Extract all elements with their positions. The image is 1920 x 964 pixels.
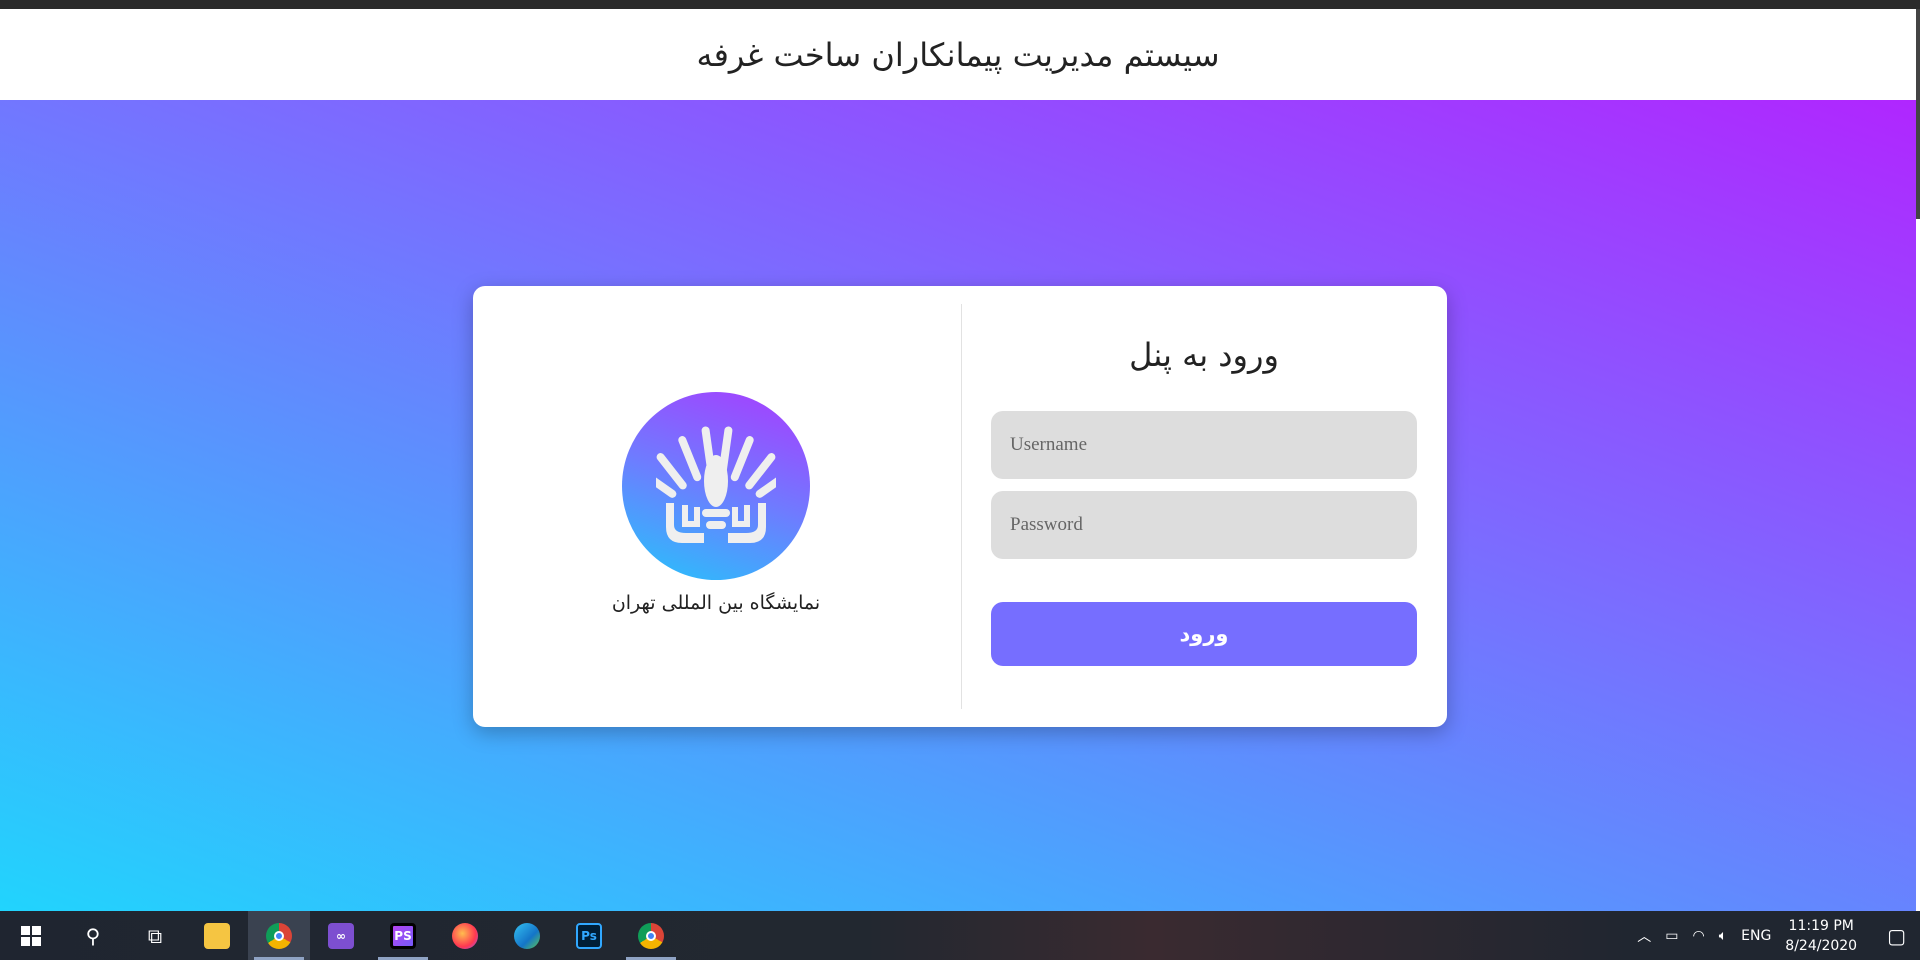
phpstorm-icon: PS xyxy=(390,922,416,949)
taskbar-chrome-2[interactable] xyxy=(620,911,682,960)
folder-icon xyxy=(204,922,230,949)
edge-icon xyxy=(514,922,540,949)
login-title: ورود به پنل xyxy=(1129,336,1279,374)
task-view-icon: ⧉ xyxy=(147,923,163,948)
notification-icon[interactable]: ▢ xyxy=(1887,924,1906,948)
taskbar-edge[interactable] xyxy=(496,911,558,960)
system-tray: ︿ ▭ ◠ 🔈︎ ENG 11:19 PM 8/24/2020 ▢ xyxy=(1637,916,1920,956)
clock[interactable]: 11:19 PM 8/24/2020 xyxy=(1785,916,1857,956)
clock-time: 11:19 PM xyxy=(1788,917,1854,934)
page-header: سیستم مدیریت پیمانکاران ساخت غرفه xyxy=(0,9,1916,100)
taskbar: ⚲ ⧉ ∞ PS Ps ︿ ▭ ◠ 🔈︎ ENG 11:19 PM 8/24/2… xyxy=(0,911,1920,960)
card-divider xyxy=(961,304,962,709)
organization-name: نمایشگاه بین المللی تهران xyxy=(611,592,821,614)
clock-date: 8/24/2020 xyxy=(1785,937,1858,954)
screen-bottom-edge xyxy=(0,960,1920,964)
taskbar-chrome[interactable] xyxy=(248,911,310,960)
password-input[interactable] xyxy=(991,491,1417,559)
page-title: سیستم مدیریت پیمانکاران ساخت غرفه xyxy=(696,35,1220,74)
taskbar-file-explorer[interactable] xyxy=(186,911,248,960)
chrome-icon xyxy=(266,922,292,949)
wifi-icon[interactable]: ◠ xyxy=(1693,928,1705,944)
chrome-icon xyxy=(638,922,664,949)
login-button[interactable]: ورود xyxy=(991,602,1417,666)
search-button[interactable]: ⚲ xyxy=(62,911,124,960)
browser-top-strip xyxy=(0,0,1920,9)
firefox-icon xyxy=(452,922,478,949)
username-input[interactable] xyxy=(991,411,1417,479)
visual-studio-icon: ∞ xyxy=(328,922,354,949)
taskbar-photoshop[interactable]: Ps xyxy=(558,911,620,960)
start-button[interactable] xyxy=(0,911,62,960)
battery-icon[interactable]: ▭ xyxy=(1665,928,1678,944)
volume-icon[interactable]: 🔈︎ xyxy=(1719,928,1727,944)
task-view-button[interactable]: ⧉ xyxy=(124,911,186,960)
windows-icon xyxy=(21,925,41,946)
login-card: نمایشگاه بین المللی تهران ورود به پنل ور… xyxy=(473,286,1447,727)
search-icon: ⚲ xyxy=(85,923,101,948)
scrollbar[interactable] xyxy=(1916,9,1920,219)
taskbar-phpstorm[interactable]: PS xyxy=(372,911,434,960)
chevron-up-icon[interactable]: ︿ xyxy=(1637,926,1651,946)
photoshop-icon: Ps xyxy=(576,922,602,949)
taskbar-visual-studio[interactable]: ∞ xyxy=(310,911,372,960)
taskbar-firefox[interactable] xyxy=(434,911,496,960)
logo-icon xyxy=(622,392,810,580)
language-indicator[interactable]: ENG xyxy=(1741,928,1771,944)
